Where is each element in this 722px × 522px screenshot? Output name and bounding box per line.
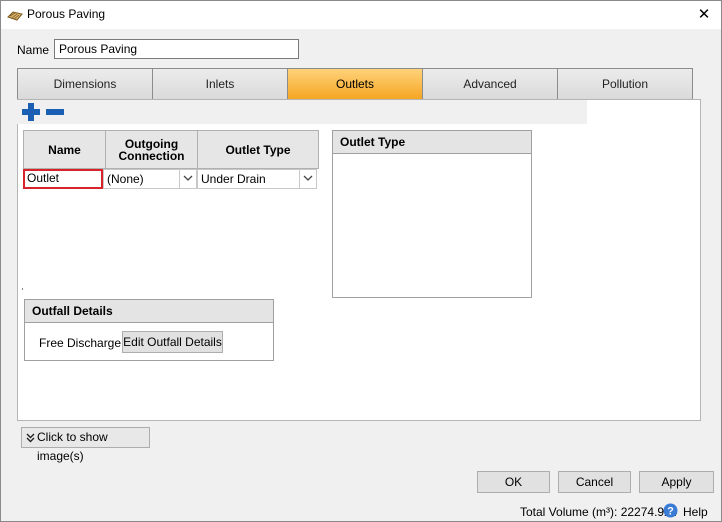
splitter-handle[interactable] <box>22 288 23 290</box>
outlet-type-panel-title: Outlet Type <box>333 131 531 154</box>
outlet-type-dropdown[interactable]: Under Drain <box>197 169 317 189</box>
apply-button[interactable]: Apply <box>639 471 714 493</box>
table-header: Name Outgoing Connection Outlet Type <box>23 130 319 169</box>
outfall-details-title: Outfall Details <box>25 300 273 323</box>
minus-icon[interactable] <box>45 102 65 122</box>
outlets-table: Name Outgoing Connection Outlet Type Out… <box>23 130 319 189</box>
tab-pollution[interactable]: Pollution <box>557 68 693 100</box>
window-title: Porous Paving <box>27 7 106 21</box>
help-icon[interactable]: ? <box>663 503 678 518</box>
plus-icon[interactable] <box>21 102 41 122</box>
outlet-type-panel: Outlet Type <box>332 130 532 298</box>
outgoing-connection-dropdown[interactable]: (None) <box>103 169 197 189</box>
tab-strip: Dimensions Inlets Outlets Advanced Pollu… <box>17 68 693 100</box>
close-icon[interactable]: ✕ <box>687 1 721 29</box>
ok-button[interactable]: OK <box>477 471 550 493</box>
tab-dimensions[interactable]: Dimensions <box>17 68 152 100</box>
show-images-label: Click to show image(s) <box>37 430 108 463</box>
grid-toolbar <box>17 100 587 124</box>
double-chevron-down-icon <box>26 433 35 443</box>
paving-icon <box>7 11 23 21</box>
column-header-name[interactable]: Name <box>24 131 106 168</box>
outlet-type-value: Under Drain <box>201 172 266 186</box>
outlet-name-cell[interactable]: Outlet <box>23 169 103 189</box>
help-link[interactable]: Help <box>683 505 708 519</box>
name-label: Name <box>17 43 50 57</box>
edit-outfall-details-button[interactable]: Edit Outfall Details <box>122 331 223 353</box>
dialog-window: Porous Paving ✕ Name Dimensions Inlets O… <box>0 0 722 522</box>
column-header-outlet-type[interactable]: Outlet Type <box>198 131 318 168</box>
outgoing-connection-value: (None) <box>107 172 144 186</box>
cancel-button[interactable]: Cancel <box>558 471 631 493</box>
show-images-button[interactable]: Click to show image(s) <box>21 427 150 463</box>
free-discharge-label: Free Discharge <box>39 336 122 350</box>
name-input[interactable] <box>54 39 299 59</box>
tab-advanced[interactable]: Advanced <box>422 68 557 100</box>
svg-text:?: ? <box>667 506 674 518</box>
table-row[interactable]: Outlet (None) Under Drain <box>23 169 319 189</box>
tab-outlets[interactable]: Outlets <box>287 68 422 100</box>
title-bar: Porous Paving ✕ <box>1 1 721 29</box>
tab-inlets[interactable]: Inlets <box>152 68 287 100</box>
chevron-down-icon[interactable] <box>299 170 316 188</box>
total-volume-status: Total Volume (m³): 22274.924 <box>520 505 678 519</box>
chevron-down-icon[interactable] <box>179 170 196 188</box>
column-header-outgoing-connection[interactable]: Outgoing Connection <box>106 131 198 168</box>
